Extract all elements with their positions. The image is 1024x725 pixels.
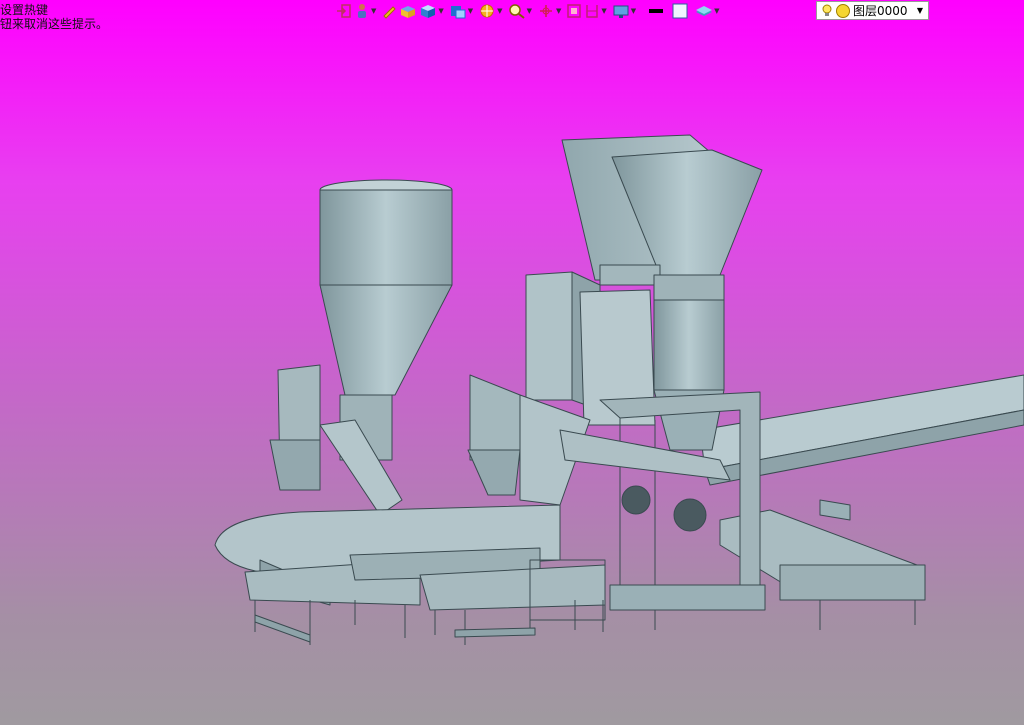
packaging-machine-model bbox=[214, 134, 1024, 645]
model-viewport[interactable] bbox=[0, 0, 1024, 725]
